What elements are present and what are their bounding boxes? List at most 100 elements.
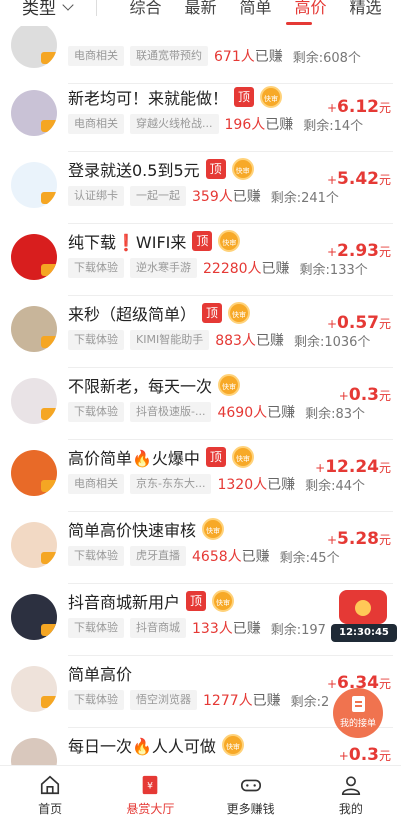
task-title: 高价简单🔥火爆中顶快审	[68, 445, 254, 469]
tab-comprehensive[interactable]: 综合	[118, 0, 173, 18]
remaining-count: 剩余:133个	[299, 262, 368, 278]
price-unit: 元	[378, 533, 391, 547]
earned-number: 4658人	[192, 549, 242, 565]
crown-icon	[41, 120, 57, 132]
earned-unit: 已赚	[265, 117, 294, 133]
bounty-icon: ¥	[143, 775, 158, 795]
nav-bounty-hall[interactable]: ¥ 悬赏大厅	[100, 766, 200, 821]
earned-count: 1320人已赚	[217, 474, 295, 494]
type-dropdown[interactable]: 类型	[22, 0, 74, 19]
nav-mine[interactable]: 我的	[301, 766, 401, 821]
task-avatar	[11, 666, 57, 712]
task-tag: 下载体验	[68, 546, 124, 566]
task-row[interactable]: 登录就送0.5到5元顶快审 认证绑卡 一起一起 359人已赚 剩余:241个 +5.42元	[0, 152, 401, 224]
earned-count: 883人已赚	[215, 330, 284, 350]
task-tag: 下载体验	[68, 330, 124, 350]
earned-unit: 已赚	[267, 405, 296, 421]
task-avatar	[11, 378, 57, 424]
crown-icon	[41, 336, 57, 348]
task-row[interactable]: 来秒（超级简单）顶快审 下载体验 KIMI智能助手 883人已赚 剩余:1036个 +0.…	[0, 296, 401, 368]
reward-price: +0.3元	[339, 745, 391, 765]
price-value: 5.28	[337, 529, 379, 549]
earned-unit: 已赚	[241, 549, 270, 565]
user-icon	[341, 776, 360, 795]
earned-number: 22280人	[203, 261, 262, 277]
earned-number: 671人	[214, 49, 255, 65]
tab-featured[interactable]: 精选	[338, 0, 393, 18]
earned-unit: 已赚	[252, 693, 281, 709]
my-order-label: 我的接单	[339, 719, 376, 729]
earned-unit: 已赚	[232, 621, 261, 637]
task-title: 简单高价快速审核 快审	[68, 517, 225, 541]
task-avatar	[11, 594, 57, 640]
price-unit: 元	[378, 749, 391, 763]
tab-latest[interactable]: 最新	[173, 0, 228, 18]
red-packet-widget[interactable]: 12:30:45	[331, 590, 397, 644]
price-unit: 元	[378, 389, 391, 403]
nav-home[interactable]: 首页	[0, 766, 100, 821]
price-prefix: +	[326, 245, 338, 259]
earned-number: 883人	[215, 333, 256, 349]
task-title: 简单高价	[68, 661, 132, 685]
task-row[interactable]: 高价简单🔥火爆中顶快审电商相关 京东-东东大... 1320人已赚 剩余:44个 +12…	[0, 440, 401, 512]
tab-simple[interactable]: 简单	[228, 0, 283, 18]
task-avatar	[11, 522, 57, 568]
fast-review-badge: 快审	[221, 734, 244, 756]
top-badge: 顶	[186, 591, 207, 611]
task-title-text: 简单高价快速审核	[68, 521, 197, 540]
price-unit: 元	[378, 101, 391, 115]
gamepad-icon	[240, 779, 261, 792]
task-title-text: 来秒（超级简单）	[68, 305, 197, 324]
price-prefix: +	[326, 101, 338, 115]
task-tag: 京东-东东大...	[130, 474, 212, 494]
task-tag: 抖音极速版-...	[130, 402, 212, 422]
reward-price: +5.28元	[327, 529, 391, 549]
crown-icon	[41, 624, 57, 636]
document-icon	[352, 696, 365, 712]
earned-unit: 已赚	[261, 261, 290, 277]
task-meta: 电商相关 联通宽带预约 671人已赚 剩余:608个	[68, 46, 361, 66]
crown-icon	[41, 408, 57, 420]
top-badge: 顶	[192, 231, 213, 251]
task-row[interactable]: 新老均可！来就能做！顶快审 电商相关 穿越火线枪战... 196人已赚 剩余:14个 +6…	[0, 80, 401, 152]
task-meta: 电商相关 京东-东东大... 1320人已赚 剩余:44个	[68, 474, 365, 494]
price-unit: 元	[378, 173, 391, 187]
price-value: 0.3	[348, 385, 379, 405]
task-row[interactable]: 不限新老，每天一次 快审 下载体验 抖音极速版-... 4690人已赚 剩余:83个 +0.…	[0, 368, 401, 440]
earned-count: 359人已赚	[192, 186, 261, 206]
price-prefix: +	[326, 317, 338, 331]
nav-more-earn[interactable]: 更多赚钱	[201, 766, 301, 821]
task-tag: 电商相关	[68, 46, 124, 66]
tab-high-price[interactable]: 高价	[283, 0, 338, 18]
red-packet-icon	[339, 590, 387, 624]
task-title-text: 登录就送0.5到5元	[68, 161, 200, 180]
remaining-count: 剩余:241个	[270, 190, 339, 206]
task-title-text: 简单高价	[68, 665, 133, 684]
price-prefix: +	[338, 389, 349, 403]
task-title-text: 每日一次🔥人人可做	[68, 737, 216, 756]
earned-number: 196人	[224, 117, 266, 133]
nav-more-label: 更多赚钱	[226, 802, 275, 816]
task-meta: 认证绑卡 一起一起 359人已赚 剩余:241个	[68, 186, 339, 206]
price-unit: 元	[378, 461, 391, 475]
chevron-down-icon	[62, 0, 74, 11]
nav-mine-label: 我的	[338, 802, 363, 816]
type-label: 类型	[22, 0, 56, 19]
task-row[interactable]: 纯下载❗WIFI来顶快审 下载体验 逆水寒手游 22280人已赚 剩余:133个 +2.9…	[0, 224, 401, 296]
my-order-button[interactable]: 我的接单	[333, 688, 383, 738]
fast-review-badge: 快审	[202, 518, 225, 540]
reward-price: +12.24元	[315, 457, 391, 477]
task-row[interactable]: 简单高价快速审核 快审 下载体验 虎牙直播 4658人已赚 剩余:45个 +5.28元	[0, 512, 401, 584]
task-title: 抖音商城新用户顶快审	[68, 589, 235, 613]
price-value: 2.93	[337, 241, 379, 261]
nav-bounty-label: 悬赏大厅	[126, 802, 175, 816]
task-meta: 下载体验 KIMI智能助手 883人已赚 剩余:1036个	[68, 330, 370, 350]
remaining-count: 剩余:14个	[303, 118, 364, 134]
fast-review-badge: 快审	[218, 374, 241, 396]
fast-review-badge: 快审	[260, 86, 283, 108]
earned-count: 671人已赚	[214, 46, 283, 66]
active-tab-indicator	[286, 22, 312, 25]
task-avatar	[11, 234, 57, 280]
task-meta: 下载体验 抖音极速版-... 4690人已赚 剩余:83个	[68, 402, 365, 422]
divider	[96, 0, 97, 16]
